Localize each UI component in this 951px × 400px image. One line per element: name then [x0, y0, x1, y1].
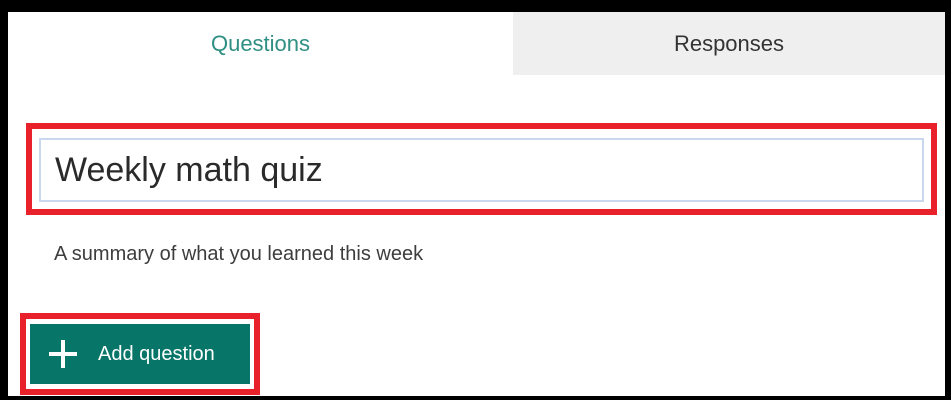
- form-title-input[interactable]: [39, 138, 924, 202]
- plus-icon: [46, 337, 80, 371]
- form-editor: Questions Responses A summary of what yo…: [8, 12, 945, 396]
- tab-responses[interactable]: Responses: [513, 12, 945, 75]
- add-question-button[interactable]: Add question: [30, 324, 250, 384]
- add-question-label: Add question: [98, 342, 215, 365]
- tab-bar: Questions Responses: [8, 12, 945, 75]
- tab-questions[interactable]: Questions: [8, 12, 513, 75]
- tab-responses-label: Responses: [673, 30, 785, 56]
- tab-questions-label: Questions: [210, 30, 311, 56]
- form-description[interactable]: A summary of what you learned this week: [54, 243, 423, 266]
